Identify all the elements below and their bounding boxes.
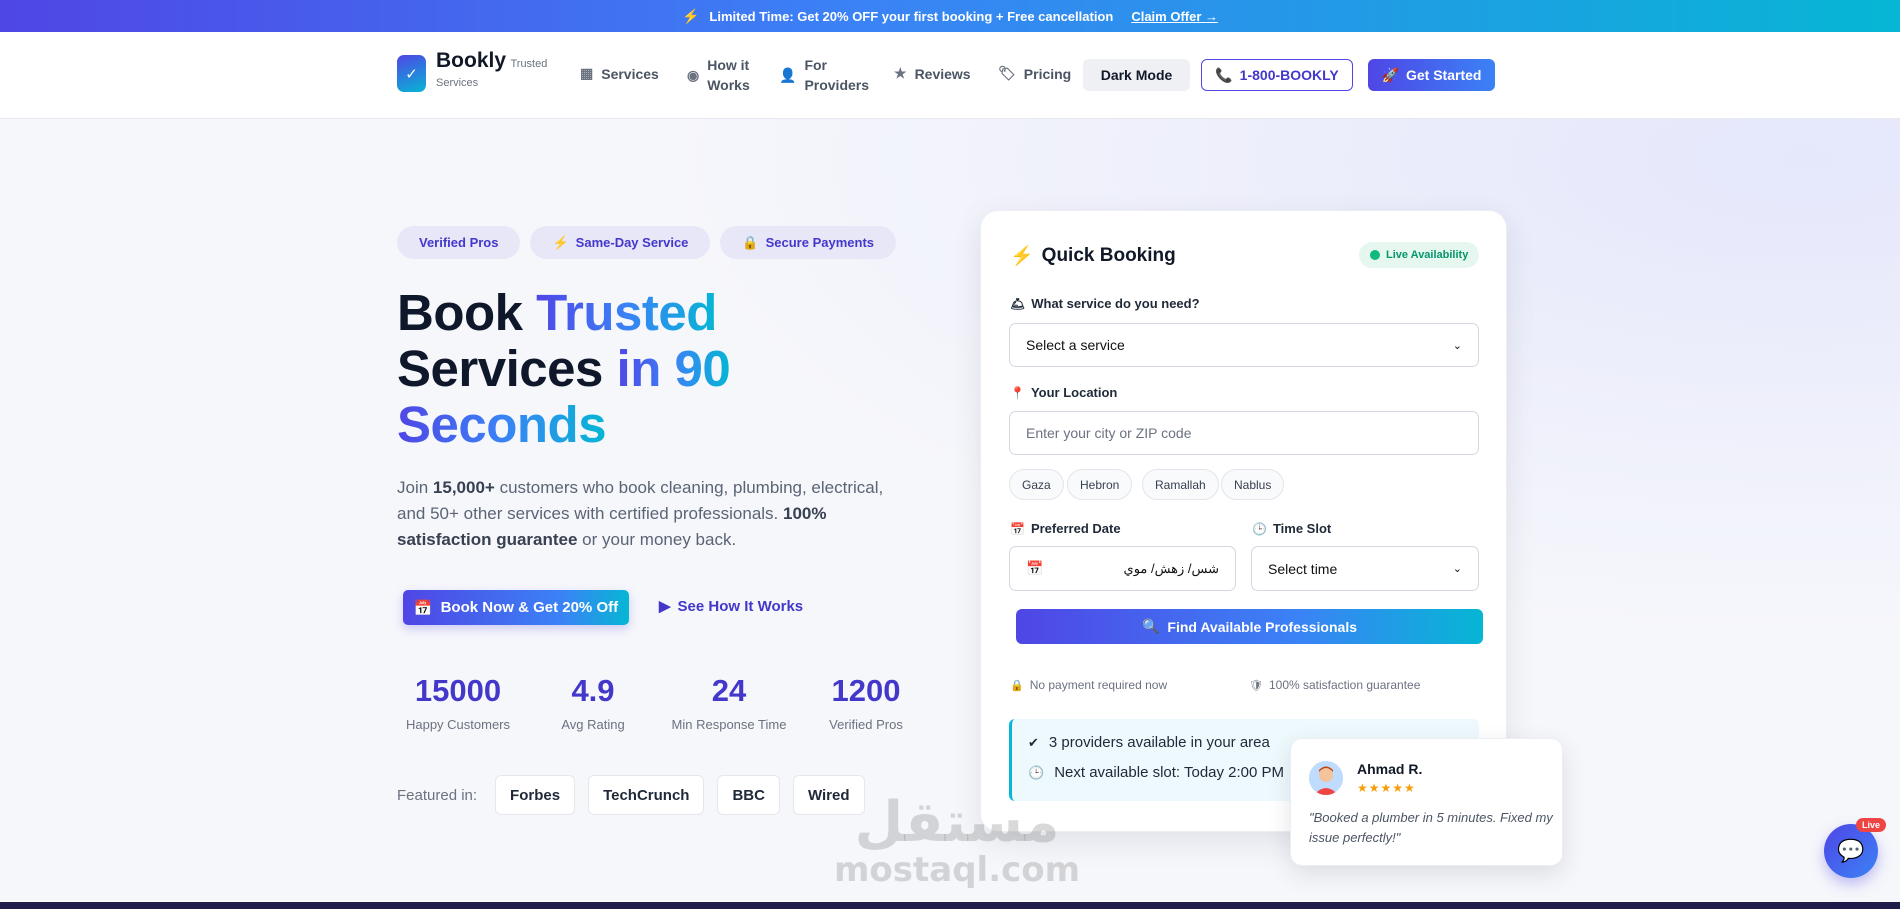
book-now-button[interactable]: 📅 Book Now & Get 20% Off	[403, 590, 629, 625]
avatar	[1309, 761, 1343, 795]
phone-button[interactable]: 📞 1-800-BOOKLY	[1201, 59, 1353, 91]
chevron-down-icon: ⌄	[1452, 563, 1462, 575]
star-icon: ★	[894, 65, 907, 81]
trust-pills: Verified Pros ⚡ Same-Day Service 🔒 Secure …	[397, 226, 897, 259]
dark-mode-button[interactable]: Dark Mode	[1083, 59, 1190, 91]
brand-name: Bookly	[436, 49, 507, 72]
play-circle-icon: ▶	[659, 598, 671, 615]
hero-headline: Book Trusted Services in 90 Seconds	[397, 284, 731, 453]
nav-services[interactable]: ▦ Services	[580, 65, 659, 82]
availability-providers: ✔ 3 providers available in your area	[1028, 734, 1270, 751]
availability-next-slot: 🕒 Next available slot: Today 2:00 PM	[1028, 764, 1285, 781]
lock-icon: 🔒	[1010, 679, 1024, 692]
featured-in: Featured in: Forbes TechCrunch BBC Wired	[397, 775, 878, 815]
review-text: "Booked a plumber in 5 minutes. Fixed my…	[1309, 810, 1553, 845]
pill-secure-payments: 🔒 Secure Payments	[720, 226, 897, 259]
service-select[interactable]: Select a service ⌄	[1009, 323, 1479, 367]
check-circle-icon: ✔	[1028, 734, 1039, 750]
service-label: 🛎 What service do you need?	[1010, 296, 1200, 311]
promo-text: Limited Time: Get 20% OFF your first boo…	[709, 8, 1114, 24]
rocket-icon: 🚀	[1381, 66, 1399, 83]
map-pin-icon: 📍	[1010, 385, 1025, 400]
chat-bubbles-icon: 💬	[1837, 838, 1865, 863]
lock-icon: 🔒	[742, 234, 759, 250]
lightning-icon: ⚡	[1010, 246, 1034, 267]
user-check-icon: 👤	[779, 66, 797, 83]
no-payment-note: 🔒 No payment required now	[1010, 678, 1168, 692]
pill-same-day: ⚡ Same-Day Service	[530, 226, 711, 259]
hero-lede: Join 15,000+ customers who book cleaning…	[397, 478, 884, 549]
brand-tagline-a: Trusted	[510, 58, 548, 70]
featured-forbes: Forbes	[495, 775, 576, 815]
live-availability-badge: Live Availability	[1359, 242, 1480, 268]
clock-icon: 🕒	[1252, 521, 1267, 536]
promo-banner: ⚡ Limited Time: Get 20% OFF your first b…	[0, 0, 1900, 32]
service-bell-icon: 🛎	[1010, 296, 1026, 311]
calendar-icon: 📅	[1026, 560, 1044, 576]
get-started-button[interactable]: 🚀 Get Started	[1368, 59, 1495, 91]
location-input[interactable]: Enter your city or ZIP code	[1009, 411, 1479, 455]
guarantee-note: 🛡 100% satisfaction guarantee	[1249, 678, 1421, 692]
shield-icon: 🛡	[1249, 679, 1263, 692]
city-chip-gaza[interactable]: Gaza	[1009, 469, 1064, 500]
featured-bbc: BBC	[717, 775, 780, 815]
featured-techcrunch: TechCrunch	[588, 775, 705, 815]
calendar-check-icon: ✓	[397, 55, 426, 92]
calendar-icon: 📅	[413, 599, 433, 617]
grid-icon: ▦	[580, 65, 594, 81]
claim-offer-link[interactable]: Claim Offer →	[1131, 9, 1218, 24]
chat-live-badge: Live	[1856, 818, 1887, 832]
nav-how-it-works[interactable]: ◉ How it Works	[687, 55, 750, 95]
main-navbar: ✓ Bookly Trusted Services ▦ Services ◉ H…	[0, 32, 1900, 119]
phone-icon: 📞	[1215, 66, 1233, 83]
nav-for-providers[interactable]: 👤 For Providers	[779, 55, 869, 95]
tag-icon: 🏷	[998, 65, 1016, 81]
testimonial-card: Ahmad R. ★★★★★ "Booked a plumber in 5 mi…	[1290, 738, 1563, 866]
nav-reviews[interactable]: ★ Reviews	[894, 65, 971, 82]
find-professionals-button[interactable]: 🔍 Find Available Professionals	[1016, 609, 1483, 644]
footer-edge	[0, 902, 1900, 909]
chevron-down-icon: ⌄	[1452, 339, 1462, 352]
see-how-it-works-link[interactable]: ▶ See How It Works	[659, 597, 803, 616]
city-chip-nablus[interactable]: Nablus	[1221, 469, 1285, 500]
clock-icon: 🕒	[1028, 764, 1045, 780]
lightning-icon: ⚡	[552, 234, 569, 250]
stat-rating: 4.9 Avg Rating	[561, 673, 625, 732]
search-icon: 🔍	[1141, 618, 1160, 634]
calendar-icon: 📅	[1010, 521, 1025, 536]
stat-response: 24 Min Response Time	[671, 673, 787, 732]
lightning-icon: ⚡	[681, 7, 700, 24]
location-label: 📍 Your Location	[1010, 385, 1118, 400]
nav-pricing[interactable]: 🏷 Pricing	[998, 65, 1071, 82]
reviewer-name: Ahmad R.	[1357, 761, 1423, 777]
stat-verified: 1200 Verified Pros	[829, 673, 903, 732]
status-dot	[1370, 250, 1380, 260]
time-label: 🕒 Time Slot	[1252, 521, 1332, 536]
play-circle-icon: ◉	[687, 66, 700, 83]
pill-verified-pros: Verified Pros	[397, 226, 521, 259]
watermark: مستقل mostaql.com	[834, 790, 1081, 890]
chat-button[interactable]: 💬	[1824, 824, 1878, 878]
city-chip-ramallah[interactable]: Ramallah	[1142, 469, 1219, 500]
card-title: ⚡ Quick Booking	[1010, 245, 1176, 267]
rating-stars: ★★★★★	[1357, 781, 1416, 795]
brand[interactable]: ✓ Bookly Trusted Services	[397, 49, 556, 92]
date-label: 📅 Preferred Date	[1010, 521, 1121, 536]
brand-tagline-b: Services	[436, 77, 479, 89]
stat-customers: 15000 Happy Customers	[405, 673, 511, 732]
date-input[interactable]: 📅 شس/ زهش/ موي	[1009, 546, 1236, 591]
city-chip-hebron[interactable]: Hebron	[1067, 469, 1133, 500]
time-select[interactable]: Select time ⌄	[1251, 546, 1479, 591]
